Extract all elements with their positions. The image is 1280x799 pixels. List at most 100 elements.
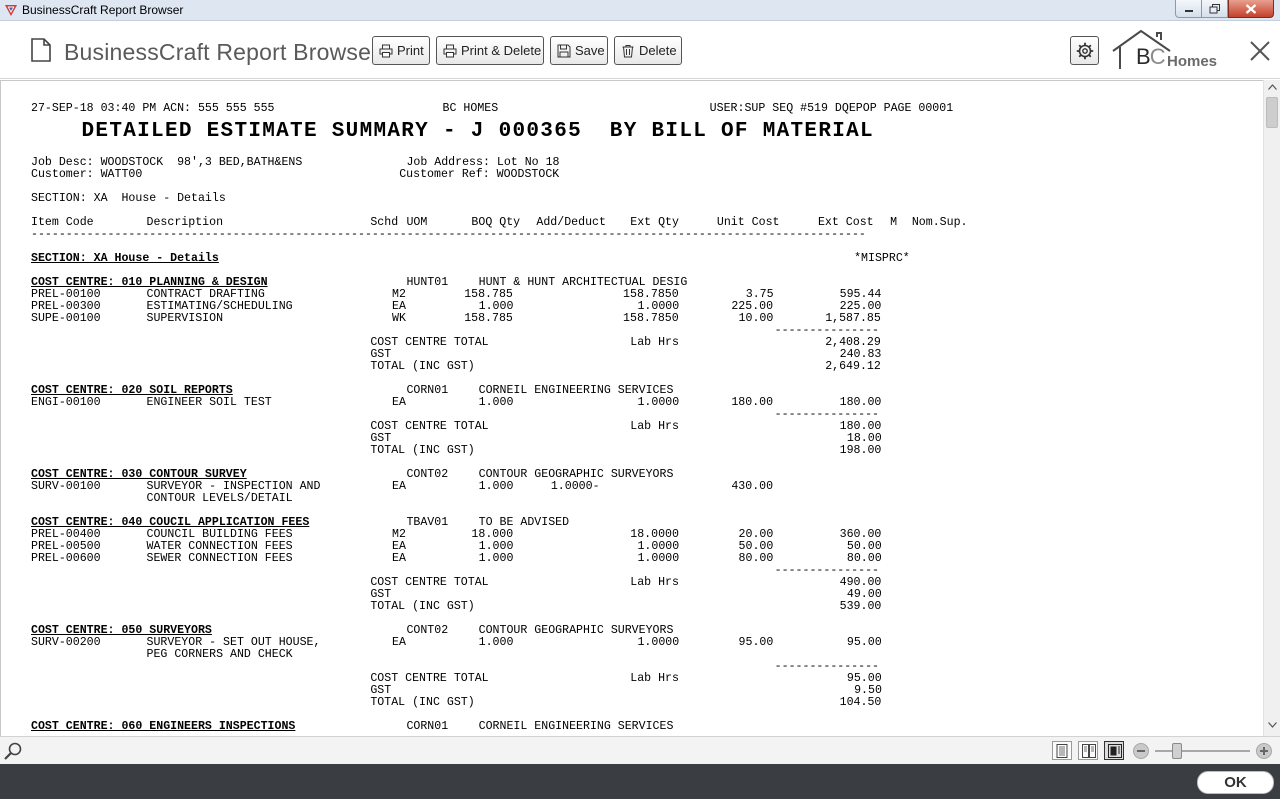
total-inc-label: TOTAL (INC GST): [370, 696, 475, 709]
item-uom: EA: [392, 552, 406, 565]
print-and-delete-label: Print & Delete: [461, 43, 542, 58]
customer: Customer: WATT00: [31, 168, 143, 181]
item-ext-qty: 1.0000: [637, 396, 680, 409]
logo-homes-text: Homes: [1167, 53, 1218, 70]
app-logo-icon: [5, 5, 17, 16]
settings-button[interactable]: [1070, 36, 1099, 65]
item-code: PREL-00600: [31, 552, 101, 565]
item-boq-qty: 158.785: [464, 312, 513, 325]
vertical-scrollbar[interactable]: [1263, 80, 1280, 736]
total-inc-value: 198.00: [839, 444, 882, 457]
item-ext-qty: 158.7850: [623, 312, 679, 325]
item-ext-cost: 95.00: [846, 636, 882, 649]
print-and-delete-button[interactable]: Print & Delete: [436, 36, 544, 65]
total-inc-label: TOTAL (INC GST): [370, 444, 475, 457]
print-label: Print: [397, 43, 424, 58]
search-icon[interactable]: [3, 741, 23, 761]
toolbar: BusinessCraft Report Browser Print Print…: [0, 21, 1280, 79]
item-ext-qty: 1.0000: [637, 552, 680, 565]
close-report-button[interactable]: [1248, 39, 1272, 63]
report-company: BC HOMES: [442, 102, 499, 115]
lab-hrs-label: Lab Hrs: [630, 672, 679, 685]
window-close-button[interactable]: [1228, 0, 1274, 18]
report-date-acn: 27-SEP-18 03:40 PM ACN: 555 555 555: [31, 102, 275, 115]
report-user-page: USER:SUP SEQ #519 DQEPOP PAGE 00001: [709, 102, 954, 115]
ok-button[interactable]: OK: [1197, 771, 1274, 794]
delete-label: Delete: [639, 43, 677, 58]
item-ext-qty: 1.0000: [637, 636, 680, 649]
supplier-code: TBAV01: [406, 516, 449, 529]
lab-hrs-label: Lab Hrs: [630, 336, 679, 349]
document-icon: [31, 38, 51, 62]
item-boq-qty: 1.000: [478, 636, 514, 649]
lab-hrs-label: Lab Hrs: [630, 420, 679, 433]
zoom-slider-track[interactable]: [1155, 750, 1250, 752]
item-uom: EA: [392, 396, 406, 409]
delete-button[interactable]: Delete: [614, 36, 682, 65]
item-uom: WK: [392, 312, 406, 325]
lab-hrs-label: Lab Hrs: [630, 576, 679, 589]
report-viewer[interactable]: 27-SEP-18 03:40 PM ACN: 555 555 555 BC HO…: [0, 80, 1280, 736]
item-unit-cost: 95.00: [738, 636, 774, 649]
item-code: ENGI-00100: [31, 396, 101, 409]
cost-centre-title: COST CENTRE: 060 ENGINEERS INSPECTIONS: [31, 720, 296, 733]
zoom-toolbar: [0, 736, 1280, 764]
item-unit-cost: 80.00: [738, 552, 774, 565]
print-button[interactable]: Print: [372, 36, 430, 65]
misprc-flag: *MISPRC*: [854, 252, 910, 265]
total-inc-value: 2,649.12: [825, 360, 881, 373]
supplier-code: HUNT01: [406, 276, 449, 289]
app-title: BusinessCraft Report Browser: [64, 39, 379, 65]
item-add-deduct: 1.0000-: [550, 480, 600, 493]
supplier-name: CORNEIL ENGINEERING SERVICES: [478, 720, 674, 733]
report-title-text: DETAILED ESTIMATE SUMMARY - J 000365 BY …: [81, 120, 874, 143]
item-boq-qty: 1.000: [478, 480, 514, 493]
item-code: SUPE-00100: [31, 312, 101, 325]
customer-ref: Customer Ref: WOODSTOCK: [399, 168, 560, 181]
scroll-up-arrow-icon[interactable]: [1268, 84, 1277, 90]
item-description-2: PEG CORNERS AND CHECK: [146, 648, 293, 661]
zoom-slider-thumb[interactable]: [1172, 743, 1182, 759]
divider-dashes: ----------------------------------------…: [31, 228, 866, 241]
gear-icon: [1076, 42, 1094, 60]
printer-icon: [379, 44, 393, 57]
item-uom: EA: [392, 636, 406, 649]
two-page-view-button[interactable]: [1078, 741, 1098, 760]
page-width-icon: [1108, 744, 1122, 758]
scroll-down-arrow-icon[interactable]: [1268, 722, 1277, 728]
restore-icon: [1209, 3, 1220, 13]
window-titlebar[interactable]: BusinessCraft Report Browser: [0, 0, 1280, 21]
page-width-view-button[interactable]: [1104, 741, 1124, 760]
report-browser-window: BusinessCraft Report Browser BusinessCra…: [0, 0, 1280, 799]
scroll-thumb[interactable]: [1266, 97, 1278, 128]
minimize-icon: [1184, 9, 1193, 12]
col-m: M: [890, 216, 898, 229]
zoom-out-button[interactable]: [1133, 743, 1149, 759]
minimize-button[interactable]: [1175, 0, 1202, 18]
item-code: SURV-00200: [31, 636, 101, 649]
save-button[interactable]: Save: [550, 36, 608, 65]
total-inc-label: TOTAL (INC GST): [370, 600, 475, 613]
total-inc-value: 539.00: [839, 600, 882, 613]
trash-icon: [622, 44, 634, 57]
col-nom-sup: Nom.Sup.: [911, 216, 968, 229]
dialog-button-bar: OK: [0, 764, 1280, 799]
maximize-button[interactable]: [1202, 0, 1228, 18]
logo-bc-text: BC: [1136, 44, 1166, 69]
item-boq-qty: 1.000: [478, 552, 514, 565]
supplier-code: CORN01: [406, 720, 449, 733]
section-text: SECTION: XA House - Details: [31, 192, 226, 205]
item-unit-cost: 10.00: [738, 312, 774, 325]
supplier-code: CONT02: [406, 624, 449, 637]
two-page-icon: [1082, 744, 1096, 758]
supplier-code: CORN01: [406, 384, 449, 397]
single-page-view-button[interactable]: [1052, 741, 1072, 760]
item-description: SEWER CONNECTION FEES: [146, 552, 293, 565]
item-code: SURV-00100: [31, 480, 101, 493]
item-description-2: CONTOUR LEVELS/DETAIL: [146, 492, 293, 505]
item-boq-qty: 1.000: [478, 396, 514, 409]
zoom-in-button[interactable]: [1256, 743, 1272, 759]
item-uom: EA: [392, 480, 406, 493]
item-unit-cost: 430.00: [731, 480, 774, 493]
total-inc-label: TOTAL (INC GST): [370, 360, 475, 373]
